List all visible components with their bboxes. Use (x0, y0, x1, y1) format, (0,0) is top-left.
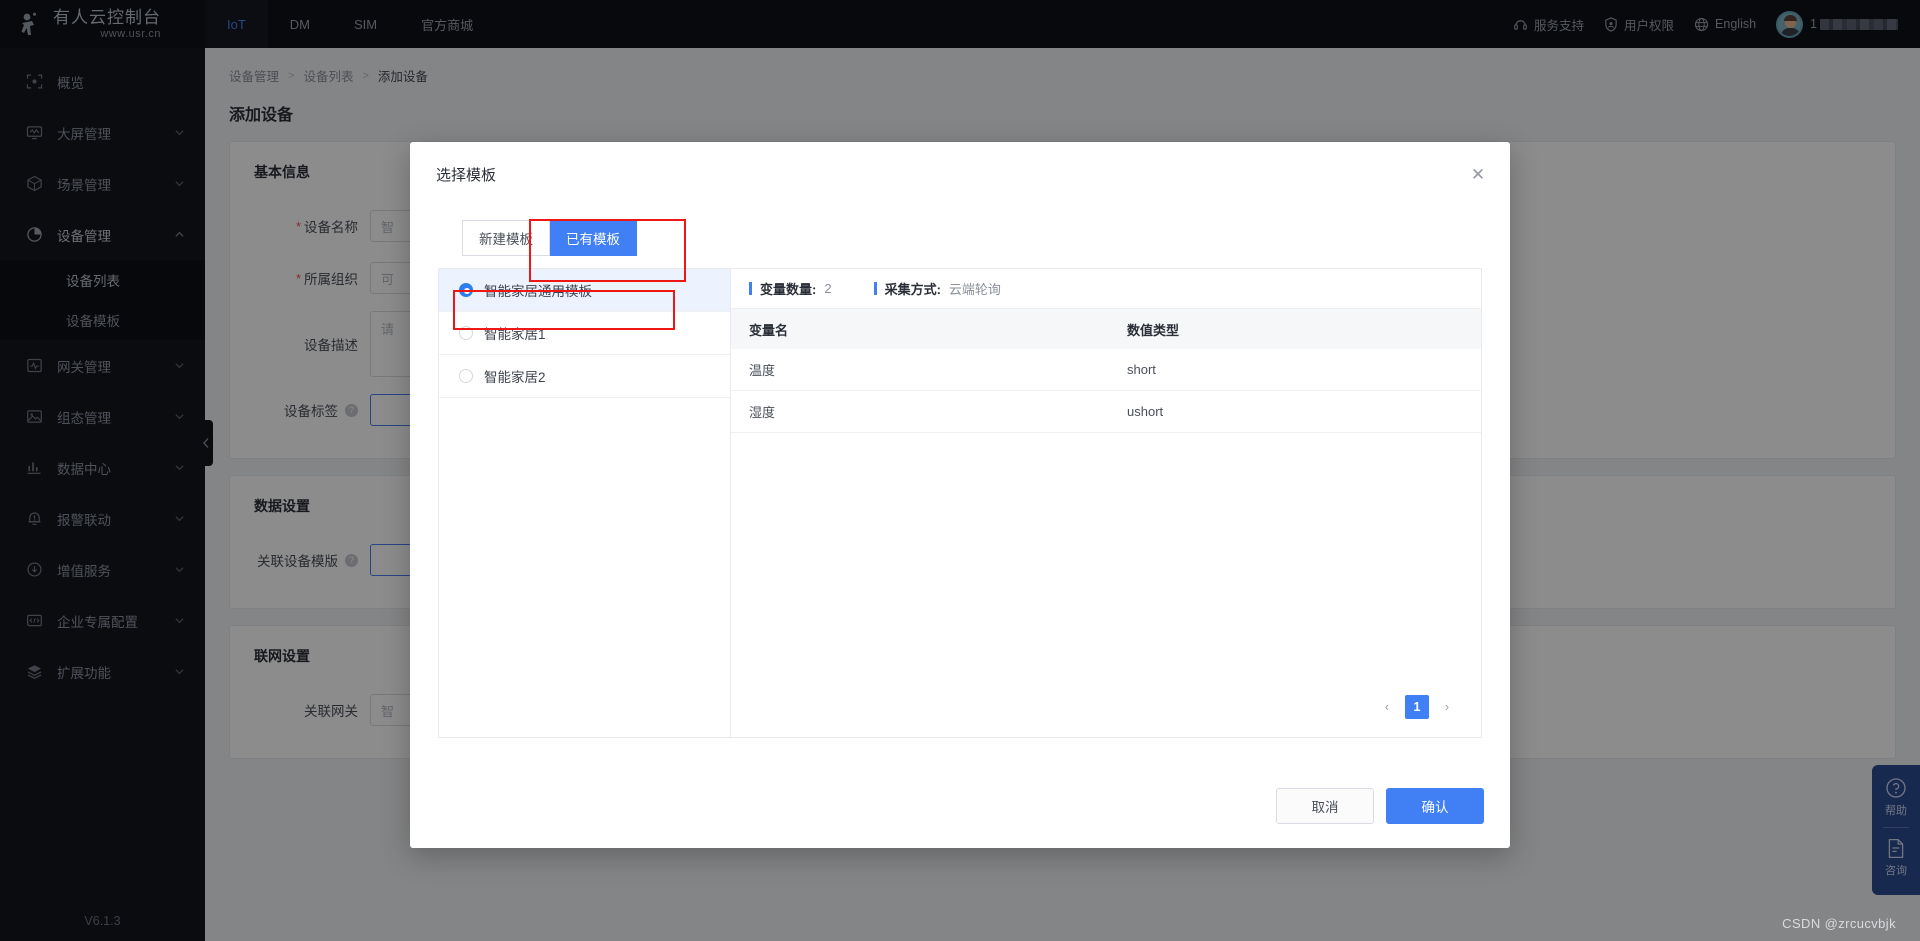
meta-key: 变量数量: (760, 282, 817, 297)
template-list: 智能家居通用模板 智能家居1 智能家居2 (439, 269, 731, 737)
meta-accent-bar (749, 282, 752, 295)
meta-value: 2 (824, 281, 832, 296)
meta-variable-count: 变量数量: 2 (749, 279, 832, 298)
table-row: 湿度 ushort (731, 391, 1481, 433)
table-row: 温度 short (731, 349, 1481, 391)
cell-value-type: short (1127, 362, 1156, 377)
template-detail-pane: 变量数量: 2 采集方式: 云端轮询 变量名 数值类型 温度 short 湿度 … (731, 269, 1481, 737)
modal-header: 选择模板 ✕ (410, 142, 1510, 206)
table-header-row: 变量名 数值类型 (731, 309, 1481, 349)
template-split-pane: 智能家居通用模板 智能家居1 智能家居2 变量数量: 2 采集方式: 云端轮询 … (438, 268, 1482, 738)
watermark: CSDN @zrcucvbjk (1782, 916, 1896, 931)
cancel-button[interactable]: 取消 (1276, 788, 1374, 824)
tab-existing-template[interactable]: 已有模板 (550, 220, 637, 256)
template-label: 智能家居1 (484, 327, 546, 342)
variable-table: 变量名 数值类型 温度 short 湿度 ushort (731, 309, 1481, 433)
pagination-page-1[interactable]: 1 (1405, 695, 1429, 719)
app-root: 有人云控制台 www.usr.cn IoT DM SIM 官方商城 服务支持 用… (0, 0, 1920, 941)
modal-title: 选择模板 (436, 166, 497, 184)
radio-icon[interactable] (459, 283, 473, 297)
radio-icon[interactable] (459, 326, 473, 340)
pagination-prev[interactable]: ‹ (1375, 695, 1399, 719)
template-list-item[interactable]: 智能家居1 (439, 312, 730, 355)
template-list-item[interactable]: 智能家居通用模板 (439, 269, 730, 312)
cell-value-type: ushort (1127, 404, 1164, 419)
column-header-value-type: 数值类型 (1127, 322, 1180, 338)
meta-key: 采集方式: (884, 282, 941, 297)
cell-variable-name: 湿度 (749, 405, 776, 420)
confirm-button[interactable]: 确认 (1386, 788, 1484, 824)
template-list-item[interactable]: 智能家居2 (439, 355, 730, 398)
template-label: 智能家居通用模板 (484, 284, 592, 299)
pagination-next[interactable]: › (1435, 695, 1459, 719)
template-meta-row: 变量数量: 2 采集方式: 云端轮询 (731, 269, 1481, 309)
column-header-variable-name: 变量名 (749, 322, 789, 338)
meta-collection-method: 采集方式: 云端轮询 (873, 279, 1001, 298)
template-mode-tabs: 新建模板 已有模板 (462, 220, 1484, 256)
modal-body: 新建模板 已有模板 智能家居通用模板 智能家居1 智能家居2 变量数量: 2 采… (410, 206, 1510, 764)
modal-footer: 取消 确认 (410, 764, 1510, 848)
radio-icon[interactable] (459, 369, 473, 383)
select-template-modal: 选择模板 ✕ 新建模板 已有模板 智能家居通用模板 智能家居1 智能家居2 变量… (410, 142, 1510, 848)
pagination: ‹ 1 › (731, 695, 1481, 737)
close-icon[interactable]: ✕ (1468, 164, 1488, 184)
template-label: 智能家居2 (484, 370, 546, 385)
cell-variable-name: 温度 (749, 363, 776, 378)
meta-value: 云端轮询 (948, 282, 1001, 297)
meta-accent-bar (873, 282, 877, 295)
tab-new-template[interactable]: 新建模板 (462, 220, 550, 256)
